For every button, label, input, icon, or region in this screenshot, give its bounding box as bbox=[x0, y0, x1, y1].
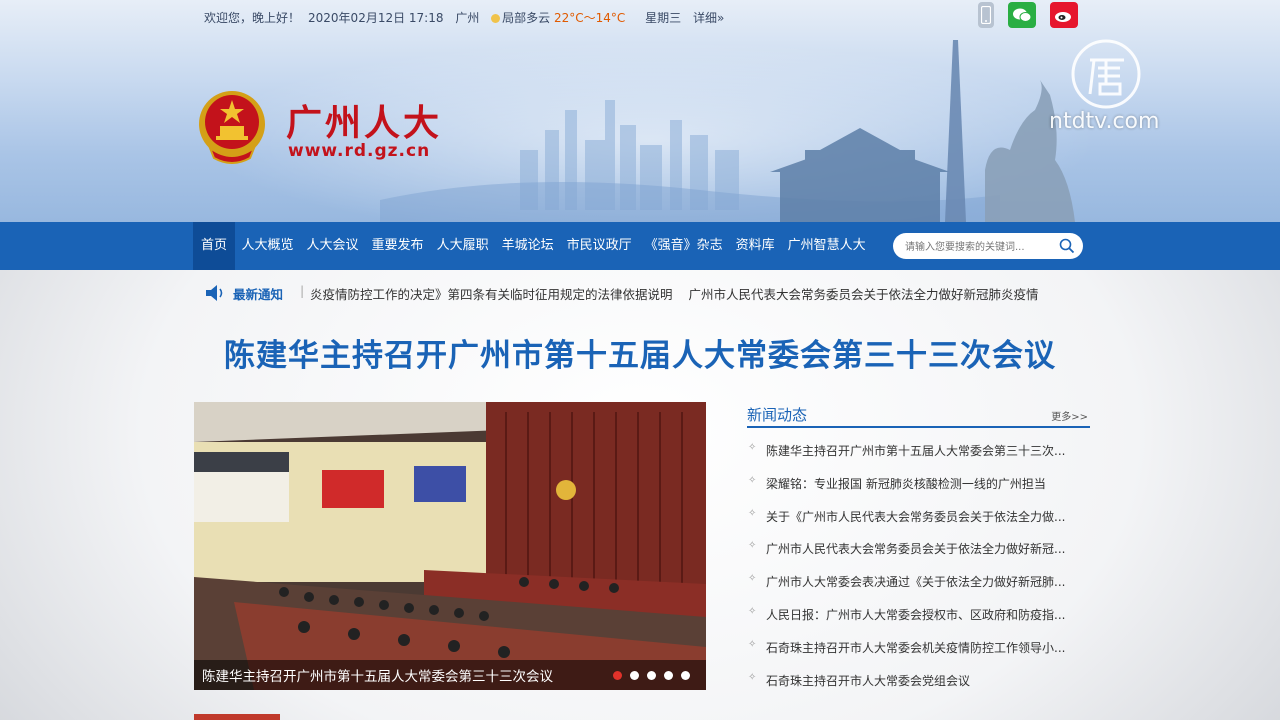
nav-menu: 首页 人大概览 人大会议 重要发布 人大履职 羊城论坛 市民议政厅 《强音》杂志… bbox=[193, 222, 872, 270]
nav-item-meetings[interactable]: 人大会议 bbox=[300, 222, 365, 270]
diamond-bullet-icon: ✧ bbox=[748, 605, 757, 617]
slide-caption[interactable]: 陈建华主持召开广州市第十五届人大常委会第三十三次会议 bbox=[202, 665, 553, 685]
notice-ticker: 最新通知 | 炎疫情防控工作的决定》第四条有关临时征用规定的法律依据说明 广州市人… bbox=[205, 283, 1085, 303]
weather-text: 局部多云 bbox=[502, 11, 551, 25]
wechat-icon[interactable] bbox=[1008, 2, 1036, 28]
news-list: ✧ 陈建华主持召开广州市第十五届人大常委会第三十三次... ✧ 梁耀铭：专业报国 新… bbox=[747, 442, 1090, 704]
speaker-icon bbox=[206, 285, 223, 301]
news-title: 新闻动态 bbox=[747, 406, 808, 424]
slide-indicators bbox=[613, 671, 690, 680]
search-icon[interactable] bbox=[1059, 238, 1075, 254]
news-item[interactable]: ✧ 广州市人民代表大会常务委员会关于依法全力做好新冠... bbox=[747, 540, 1086, 573]
diamond-bullet-icon: ✧ bbox=[748, 474, 757, 486]
weather-details-link[interactable]: 详细» bbox=[693, 11, 724, 25]
news-item[interactable]: ✧ 广州市人大常委会表决通过《关于依法全力做好新冠肺... bbox=[747, 573, 1086, 606]
diamond-bullet-icon: ✧ bbox=[748, 573, 757, 585]
meeting-room-photo bbox=[194, 402, 706, 690]
news-item-text[interactable]: 石奇珠主持召开市人大常委会机关疫情防控工作领导小... bbox=[766, 641, 1065, 655]
slide-dot[interactable] bbox=[664, 671, 673, 680]
nav-item-magazine[interactable]: 《强音》杂志 bbox=[638, 222, 729, 270]
weekday-text: 星期三 bbox=[645, 11, 682, 25]
slide-dot[interactable] bbox=[647, 671, 656, 680]
weather-info: 局部多云 22°C～14°C bbox=[491, 11, 633, 25]
section-accent-strip bbox=[194, 714, 280, 720]
diamond-bullet-icon: ✧ bbox=[748, 638, 757, 650]
weibo-icon[interactable] bbox=[1050, 2, 1078, 28]
slide-dot[interactable] bbox=[613, 671, 622, 680]
mobile-phone-icon[interactable] bbox=[978, 2, 994, 28]
diamond-bullet-icon: ✧ bbox=[748, 671, 757, 683]
greeting-text: 欢迎您，晚上好！ bbox=[204, 11, 301, 25]
news-item-text[interactable]: 关于《广州市人民代表大会常务委员会关于依法全力做... bbox=[766, 510, 1065, 524]
news-item[interactable]: ✧ 陈建华主持召开广州市第十五届人大常委会第三十三次... bbox=[747, 442, 1086, 475]
nav-item-duties[interactable]: 人大履职 bbox=[430, 222, 495, 270]
news-header: 新闻动态 更多>> bbox=[747, 404, 1090, 428]
diamond-bullet-icon: ✧ bbox=[748, 540, 757, 552]
news-item-text[interactable]: 人民日报：广州市人大常委会授权市、区政府和防疫指... bbox=[766, 608, 1065, 622]
notice-separator: | bbox=[300, 283, 305, 298]
news-item-text[interactable]: 广州市人民代表大会常务委员会关于依法全力做好新冠... bbox=[766, 542, 1065, 556]
slide-dot[interactable] bbox=[630, 671, 639, 680]
nav-item-forum[interactable]: 羊城论坛 bbox=[495, 222, 560, 270]
site-title: 广州人大 bbox=[286, 102, 443, 144]
news-item[interactable]: ✧ 梁耀铭：专业报国 新冠肺炎核酸检测一线的广州担当 bbox=[747, 475, 1086, 508]
header-banner: 欢迎您，晚上好！ 2020年02月12日 17:18 广州 局部多云 22°C～1… bbox=[0, 0, 1280, 222]
watermark-text: ntdtv.com bbox=[1049, 109, 1160, 134]
slide-dot[interactable] bbox=[681, 671, 690, 680]
notice-label: 最新通知 bbox=[233, 287, 284, 302]
news-item[interactable]: ✧ 人民日报：广州市人大常委会授权市、区政府和防疫指... bbox=[747, 606, 1086, 639]
news-item-text[interactable]: 梁耀铭：专业报国 新冠肺炎核酸检测一线的广州担当 bbox=[766, 477, 1046, 491]
news-item-text[interactable]: 广州市人大常委会表决通过《关于依法全力做好新冠肺... bbox=[766, 575, 1065, 589]
datetime-text: 2020年02月12日 17:18 bbox=[308, 11, 444, 25]
nav-item-citizen-hall[interactable]: 市民议政厅 bbox=[560, 222, 638, 270]
nav-item-overview[interactable]: 人大概览 bbox=[235, 222, 300, 270]
news-item[interactable]: ✧ 关于《广州市人民代表大会常务委员会关于依法全力做... bbox=[747, 508, 1086, 541]
news-panel: 新闻动态 更多>> ✧ 陈建华主持召开广州市第十五届人大常委会第三十三次... ✧… bbox=[747, 404, 1090, 688]
social-icons bbox=[974, 2, 1078, 28]
top-info-bar: 欢迎您，晚上好！ 2020年02月12日 17:18 广州 局部多云 22°C～1… bbox=[204, 9, 732, 26]
nav-item-database[interactable]: 资料库 bbox=[729, 222, 781, 270]
diamond-bullet-icon: ✧ bbox=[748, 442, 757, 453]
city-text: 广州 bbox=[455, 11, 480, 25]
notice-link[interactable]: 炎疫情防控工作的决定》第四条有关临时征用规定的法律依据说明 bbox=[310, 287, 673, 302]
partly-cloudy-icon bbox=[491, 14, 501, 23]
news-more-link[interactable]: 更多>> bbox=[1051, 408, 1088, 423]
search-input[interactable] bbox=[903, 237, 1057, 257]
national-emblem-icon bbox=[199, 91, 265, 164]
site-url: www.rd.gz.cn bbox=[288, 141, 431, 161]
headline-link[interactable]: 陈建华主持召开广州市第十五届人大常委会第三十三次会议 bbox=[0, 330, 1280, 375]
notice-items: 炎疫情防控工作的决定》第四条有关临时征用规定的法律依据说明 广州市人民代表大会常务… bbox=[310, 284, 1055, 303]
news-item[interactable]: ✧ 石奇珠主持召开市人大常委会党组会议 bbox=[747, 672, 1086, 705]
diamond-bullet-icon: ✧ bbox=[748, 507, 757, 519]
photo-slideshow[interactable]: 陈建华主持召开广州市第十五届人大常委会第三十三次会议 bbox=[194, 402, 706, 690]
nav-item-smart-congress[interactable]: 广州智慧人大 bbox=[781, 222, 872, 270]
temperature-text: 22°C～14°C bbox=[554, 11, 626, 25]
ntd-logo-icon bbox=[1071, 39, 1141, 109]
search-box bbox=[893, 233, 1083, 259]
news-item-text[interactable]: 石奇珠主持召开市人大常委会党组会议 bbox=[766, 674, 970, 688]
news-item[interactable]: ✧ 石奇珠主持召开市人大常委会机关疫情防控工作领导小... bbox=[747, 639, 1086, 672]
news-item-text[interactable]: 陈建华主持召开广州市第十五届人大常委会第三十三次... bbox=[766, 444, 1065, 458]
main-nav: 首页 人大概览 人大会议 重要发布 人大履职 羊城论坛 市民议政厅 《强音》杂志… bbox=[0, 222, 1280, 270]
nav-item-announcements[interactable]: 重要发布 bbox=[365, 222, 430, 270]
nav-item-home[interactable]: 首页 bbox=[193, 222, 236, 270]
notice-link[interactable]: 广州市人民代表大会常务委员会关于依法全力做好新冠肺炎疫情 bbox=[689, 287, 1039, 302]
